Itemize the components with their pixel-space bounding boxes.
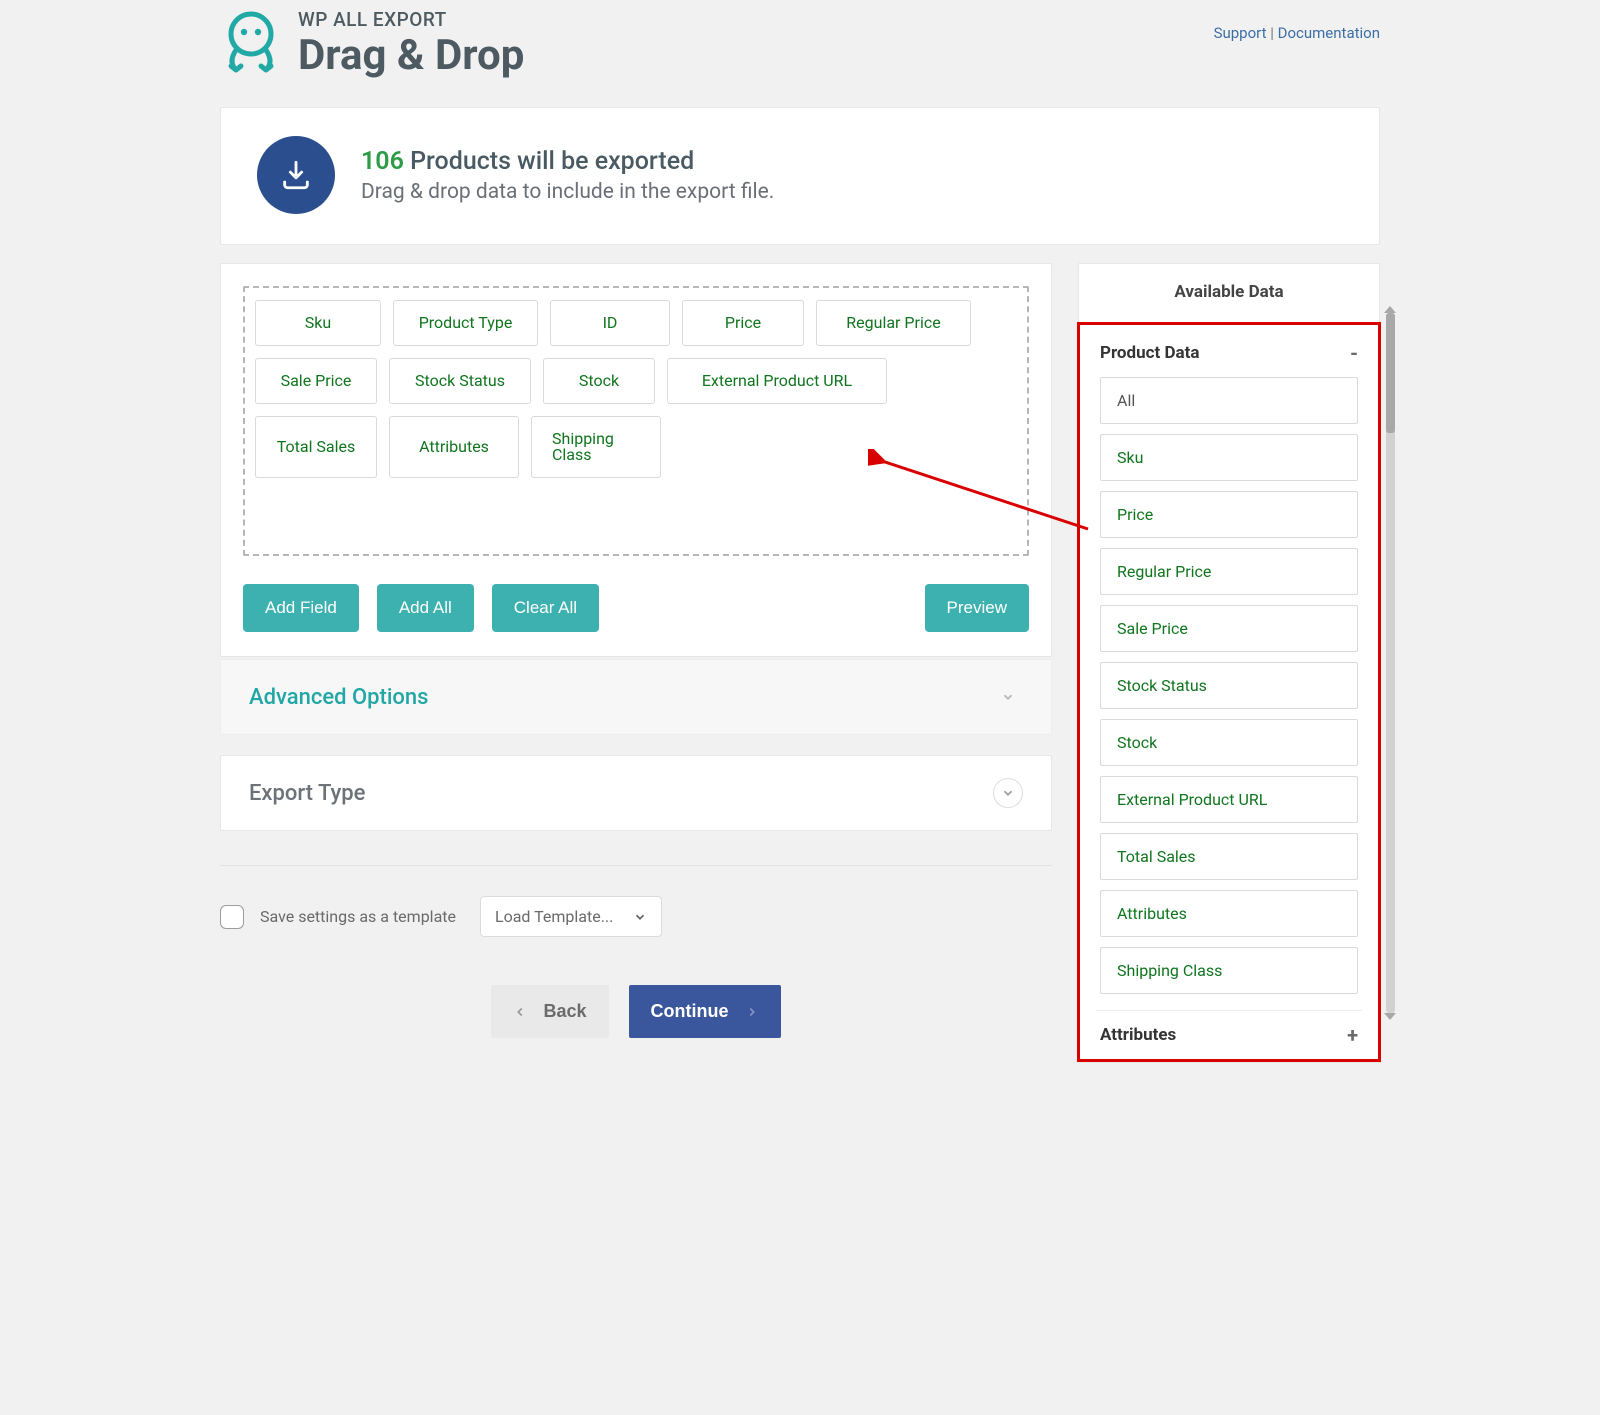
summary-title: 106 Products will be exported	[361, 147, 774, 176]
support-link[interactable]: Support	[1214, 24, 1267, 42]
back-button[interactable]: Back	[491, 985, 608, 1038]
side-item-sale-price[interactable]: Sale Price	[1100, 605, 1358, 652]
header-links: Support | Documentation	[1214, 24, 1380, 42]
brand-subtitle: WP ALL EXPORT	[298, 8, 524, 31]
page-header: WP ALL EXPORT Drag & Drop Support | Docu…	[212, 0, 1388, 107]
field-chip-stock[interactable]: Stock	[543, 358, 655, 404]
field-chip-price[interactable]: Price	[682, 300, 804, 346]
available-data-title: Available Data	[1079, 264, 1379, 322]
side-item-all[interactable]: All	[1100, 377, 1358, 424]
annotation-highlight-box: Product Data - All Sku Price Regular Pri…	[1077, 322, 1381, 1062]
scroll-down-icon	[1384, 1013, 1396, 1020]
field-chip-external-product-url[interactable]: External Product URL	[667, 358, 887, 404]
chevron-down-icon	[633, 910, 647, 924]
download-icon	[257, 136, 335, 214]
product-data-group-header[interactable]: Product Data -	[1096, 337, 1362, 377]
add-field-button[interactable]: Add Field	[243, 584, 359, 632]
side-item-sku[interactable]: Sku	[1100, 434, 1358, 481]
expand-icon: +	[1347, 1025, 1358, 1045]
save-template-label: Save settings as a template	[260, 907, 456, 926]
field-chip-product-type[interactable]: Product Type	[393, 300, 538, 346]
field-chip-total-sales[interactable]: Total Sales	[255, 416, 377, 478]
field-chip-stock-status[interactable]: Stock Status	[389, 358, 531, 404]
export-type-section[interactable]: Export Type	[220, 755, 1052, 831]
preview-button[interactable]: Preview	[925, 584, 1029, 632]
chevron-down-icon	[993, 778, 1023, 808]
save-template-checkbox[interactable]	[220, 905, 244, 929]
side-item-attributes[interactable]: Attributes	[1100, 890, 1358, 937]
side-item-stock-status[interactable]: Stock Status	[1100, 662, 1358, 709]
add-all-button[interactable]: Add All	[377, 584, 474, 632]
logo-area: WP ALL EXPORT Drag & Drop	[220, 8, 524, 79]
brand-title: Drag & Drop	[298, 33, 524, 79]
documentation-link[interactable]: Documentation	[1278, 24, 1380, 42]
field-chip-sku[interactable]: Sku	[255, 300, 381, 346]
attributes-group-title: Attributes	[1100, 1025, 1176, 1045]
attributes-group-header[interactable]: Attributes +	[1096, 1010, 1362, 1059]
side-item-regular-price[interactable]: Regular Price	[1100, 548, 1358, 595]
summary-panel: 106 Products will be exported Drag & dro…	[220, 107, 1380, 245]
load-template-select[interactable]: Load Template...	[480, 896, 662, 937]
collapse-icon: -	[1350, 343, 1358, 363]
editor-panel: Sku Product Type ID Price Regular Price …	[220, 263, 1052, 657]
field-chip-shipping-class[interactable]: Shipping Class	[531, 416, 661, 478]
available-data-panel: Available Data Product Data - All Sku Pr…	[1078, 263, 1380, 1063]
field-chip-sale-price[interactable]: Sale Price	[255, 358, 377, 404]
brand-logo-icon	[220, 8, 282, 76]
export-count: 106	[361, 147, 404, 176]
chevron-down-icon	[993, 682, 1023, 712]
export-type-label: Export Type	[249, 781, 365, 806]
side-item-stock[interactable]: Stock	[1100, 719, 1358, 766]
chevron-left-icon	[513, 1005, 527, 1019]
scrollbar-handle[interactable]	[1386, 313, 1395, 433]
side-item-shipping-class[interactable]: Shipping Class	[1100, 947, 1358, 994]
advanced-options-label: Advanced Options	[249, 685, 428, 710]
field-chip-id[interactable]: ID	[550, 300, 670, 346]
field-chip-attributes[interactable]: Attributes	[389, 416, 519, 478]
clear-all-button[interactable]: Clear All	[492, 584, 599, 632]
field-chip-regular-price[interactable]: Regular Price	[816, 300, 971, 346]
chevron-right-icon	[745, 1005, 759, 1019]
continue-button[interactable]: Continue	[629, 985, 781, 1038]
editor-button-row: Add Field Add All Clear All Preview	[243, 584, 1029, 632]
sidebar-scrollbar[interactable]	[1386, 313, 1395, 1013]
scroll-up-icon	[1384, 306, 1396, 313]
save-template-row: Save settings as a template Load Templat…	[220, 865, 1052, 937]
product-data-group-title: Product Data	[1100, 343, 1199, 363]
summary-subtitle: Drag & drop data to include in the expor…	[361, 180, 774, 204]
load-template-select-label: Load Template...	[495, 907, 613, 926]
side-item-external-product-url[interactable]: External Product URL	[1100, 776, 1358, 823]
product-data-item-list: All Sku Price Regular Price Sale Price S…	[1096, 377, 1362, 1010]
nav-row: Back Continue	[220, 985, 1052, 1068]
field-dropzone[interactable]: Sku Product Type ID Price Regular Price …	[243, 286, 1029, 556]
side-item-price[interactable]: Price	[1100, 491, 1358, 538]
advanced-options-section[interactable]: Advanced Options	[220, 659, 1052, 735]
side-item-total-sales[interactable]: Total Sales	[1100, 833, 1358, 880]
